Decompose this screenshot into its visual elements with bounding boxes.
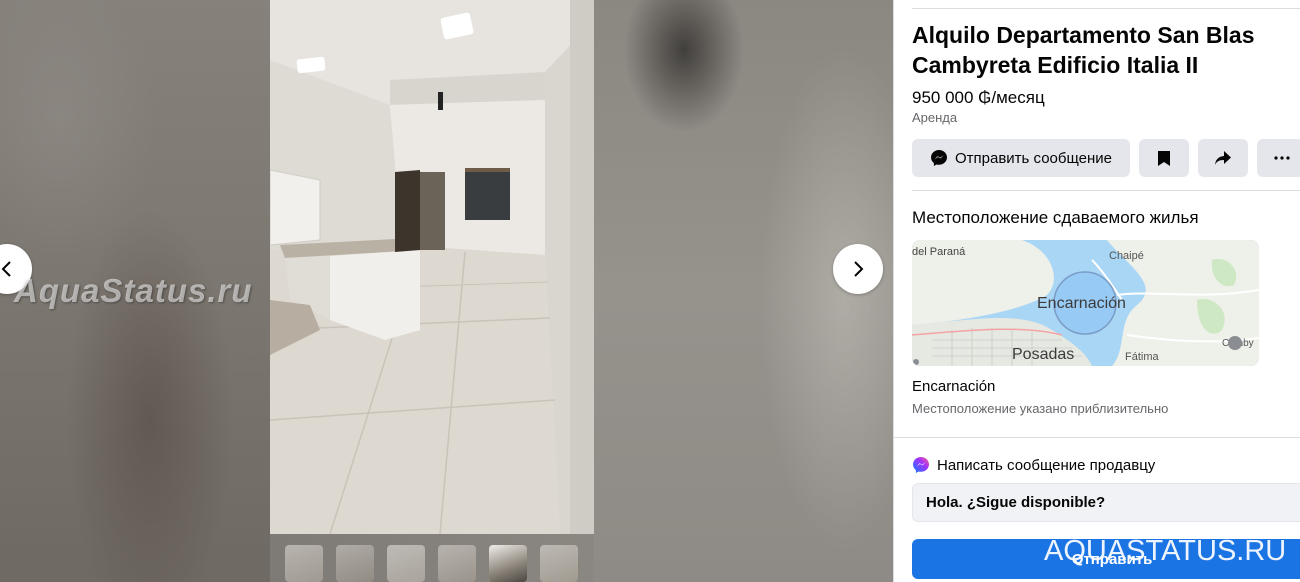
message-input[interactable] — [912, 483, 1300, 522]
map-label: Posadas — [1012, 346, 1074, 363]
room-photo-illustration — [270, 0, 594, 534]
watermark-text: AQUASTATUS.RU — [1044, 535, 1287, 567]
share-button[interactable] — [1198, 139, 1248, 177]
listing-actions: Отправить сообщение — [912, 139, 1300, 177]
map-label: Chaipé — [1109, 250, 1144, 262]
watermark-text: AquaStatus.ru — [14, 272, 253, 309]
location-name: Encarnación — [912, 378, 996, 395]
thumbnail-strip — [285, 545, 578, 582]
thumbnail[interactable] — [285, 545, 323, 582]
next-photo-button[interactable] — [833, 244, 883, 294]
listing-category: Аренда — [912, 110, 958, 125]
listing-details-panel: Alquilo Departamento San Blas Cambyreta … — [893, 0, 1300, 582]
main-listing-photo — [270, 0, 594, 534]
map-label: Fátima — [1125, 351, 1160, 363]
send-message-button[interactable]: Отправить сообщение — [912, 139, 1130, 177]
bookmark-icon — [1158, 150, 1170, 166]
more-dots-icon — [1274, 156, 1290, 160]
thumbnail[interactable] — [387, 545, 425, 582]
share-arrow-icon — [1215, 151, 1231, 165]
photo-gallery: AquaStatus.ru — [0, 0, 893, 582]
thumbnail-active[interactable] — [489, 545, 527, 582]
divider — [894, 437, 1300, 438]
location-heading: Местоположение сдаваемого жилья — [912, 208, 1199, 227]
save-button[interactable] — [1139, 139, 1189, 177]
listing-title: Alquilo Departamento San Blas Cambyreta … — [912, 22, 1255, 78]
message-seller-heading: Написать сообщение продавцу — [912, 456, 1155, 474]
message-seller-label: Написать сообщение продавцу — [937, 456, 1156, 474]
divider — [912, 8, 1300, 9]
map-info-icon[interactable] — [1228, 336, 1242, 350]
location-map[interactable]: Encarnación Posadas Chaipé Fátima del Pa… — [912, 240, 1259, 366]
map-illustration: Encarnación Posadas Chaipé Fátima del Pa… — [912, 240, 1259, 366]
thumbnail[interactable] — [336, 545, 374, 582]
map-label: Encarnación — [1037, 295, 1126, 312]
send-message-label: Отправить сообщение — [954, 149, 1112, 167]
messenger-gradient-icon — [913, 457, 929, 473]
more-options-button[interactable] — [1257, 139, 1300, 177]
location-note: Местоположение указано приблизительно — [912, 401, 1169, 416]
thumbnail[interactable] — [540, 545, 578, 582]
chevron-right-icon — [854, 261, 864, 277]
divider — [912, 190, 1300, 191]
thumbnail[interactable] — [438, 545, 476, 582]
map-label: del Paraná — [912, 246, 966, 258]
messenger-icon — [930, 150, 947, 166]
listing-price: 950 000 ₲/месяц — [912, 88, 1045, 107]
